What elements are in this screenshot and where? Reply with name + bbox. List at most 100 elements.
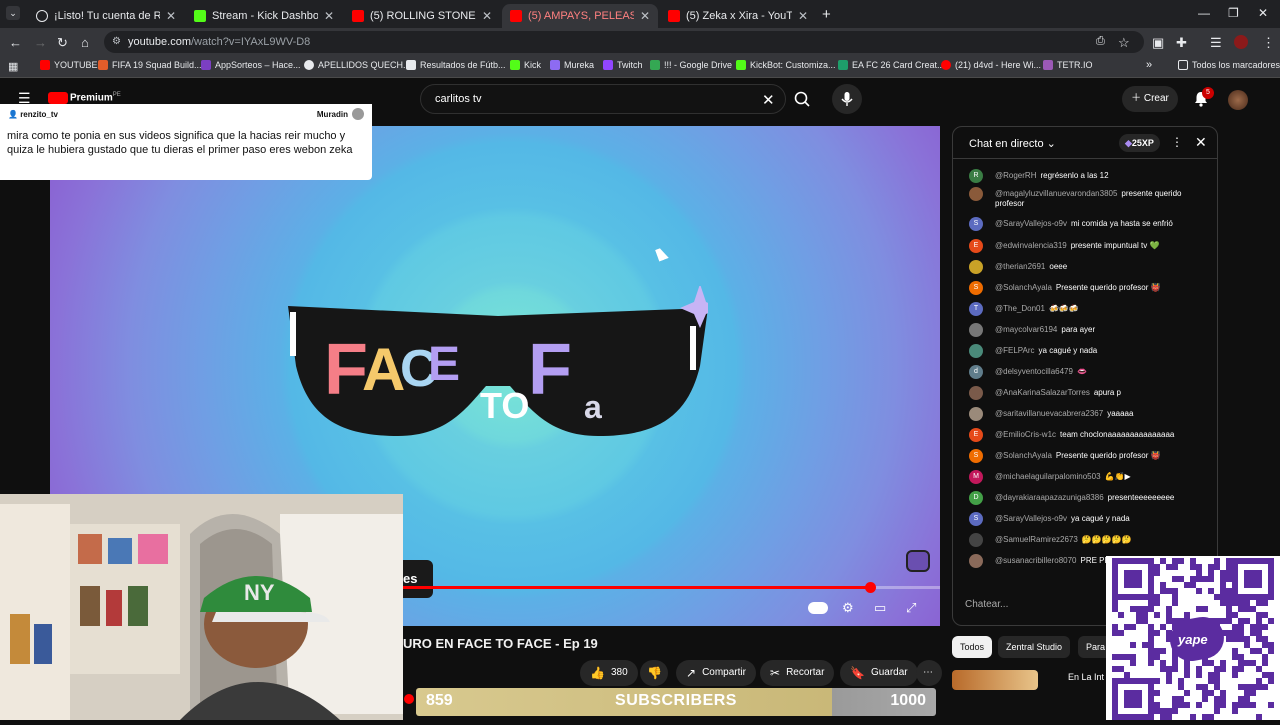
minimize-icon[interactable]: —	[1198, 6, 1210, 20]
apps-grid-icon[interactable]: ▦	[8, 60, 18, 73]
clip-button[interactable]: ✂ Recortar	[760, 660, 835, 686]
chat-avatar[interactable]	[969, 344, 983, 358]
extensions-puzzle-icon[interactable]: ✚	[1176, 35, 1187, 51]
clear-search-icon[interactable]: ✕	[762, 91, 775, 109]
chat-avatar[interactable]	[969, 323, 983, 337]
chat-avatar[interactable]: E	[969, 428, 983, 442]
chat-author[interactable]: @dayrakiaraapazazuniga8386	[995, 493, 1104, 502]
browser-menu-icon[interactable]: ⋮	[1262, 35, 1275, 51]
chat-input[interactable]: Chatear...	[965, 599, 1008, 610]
save-button[interactable]: 🔖 Guardar	[840, 660, 918, 686]
search-input[interactable]: carlitos tv	[420, 84, 786, 114]
chat-author[interactable]: @FELPArc	[995, 346, 1035, 355]
home-icon[interactable]: ⌂	[81, 35, 89, 50]
channel-watermark-icon[interactable]	[906, 550, 930, 572]
media-icon[interactable]: ☰	[1210, 35, 1222, 51]
chat-author[interactable]: @RogerRH	[995, 171, 1036, 180]
chat-avatar[interactable]	[969, 386, 983, 400]
chip-todos[interactable]: Todos	[952, 636, 993, 658]
tab-rolling-stones[interactable]: (5) ROLLING STONES - Angie | ✕	[344, 4, 500, 28]
chat-author[interactable]: @SarayVallejos-o9v	[995, 514, 1067, 523]
account-avatar[interactable]	[1228, 90, 1248, 110]
chat-avatar[interactable]: R	[969, 169, 983, 183]
extension-icon[interactable]: ▣	[1152, 35, 1164, 51]
new-tab-button[interactable]: +	[822, 6, 831, 23]
site-info-icon[interactable]: ⚙	[112, 31, 121, 53]
chat-avatar[interactable]: T	[969, 302, 983, 316]
bookmark-tetrio[interactable]: TETR.IO	[1043, 60, 1093, 70]
tab-close-icon[interactable]: ✕	[640, 9, 650, 23]
theater-mode-icon[interactable]: ▭	[874, 600, 886, 616]
bookmark-youtube[interactable]: YOUTUBE	[40, 60, 98, 70]
chat-author[interactable]: @EmilioCris-w1c	[995, 430, 1056, 439]
tab-close-icon[interactable]: ✕	[482, 9, 492, 23]
chat-avatar[interactable]	[969, 187, 983, 201]
tab-search-icon[interactable]: ⌄	[6, 6, 20, 20]
bookmark-mureka[interactable]: Mureka	[550, 60, 594, 70]
chat-more-icon[interactable]: ⋮	[1171, 135, 1183, 149]
tab-riot[interactable]: ¡Listo! Tu cuenta de Riot ya está ✕	[28, 4, 184, 28]
chat-avatar[interactable]	[969, 533, 983, 547]
chat-author[interactable]: @AnaKarinaSalazarTorres	[995, 388, 1090, 397]
chat-author[interactable]: @delsyventocilla6479	[995, 367, 1073, 376]
bookmark-resultados[interactable]: Resultados de Fútb...	[406, 60, 506, 70]
chat-author[interactable]: @magalyluzvillanuevarondan3805	[995, 189, 1117, 198]
tab-close-icon[interactable]: ✕	[324, 9, 334, 23]
tab-zeka-xira[interactable]: (5) Zeka x Xira - YouTube ✕	[660, 4, 816, 28]
reload-icon[interactable]: ↻	[57, 35, 68, 51]
bookmark-appsorteos[interactable]: AppSorteos – Hace...	[201, 60, 301, 70]
dislike-button[interactable]: 👎	[640, 660, 668, 686]
chat-author[interactable]: @SamuelRamirez2673	[995, 535, 1078, 544]
chat-author[interactable]: @michaelaguilarpalomino503	[995, 472, 1101, 481]
chat-avatar[interactable]	[969, 260, 983, 274]
profile-avatar[interactable]	[1234, 35, 1248, 49]
install-icon[interactable]: ⎙	[1096, 35, 1105, 48]
chat-author[interactable]: @SarayVallejos-o9v	[995, 219, 1067, 228]
recommended-title[interactable]: En La Int	[1068, 672, 1104, 682]
chat-avatar[interactable]: E	[969, 239, 983, 253]
recommended-thumbnail[interactable]	[952, 670, 1038, 690]
fullscreen-icon[interactable]: ⤢	[906, 600, 916, 616]
autoplay-toggle[interactable]	[808, 602, 828, 614]
chat-avatar[interactable]	[969, 554, 983, 568]
chat-author[interactable]: @saritavillanuevacabrera2367	[995, 409, 1103, 418]
tab-close-icon[interactable]: ✕	[166, 9, 176, 23]
voice-search-button[interactable]	[832, 84, 862, 114]
chat-avatar[interactable]: M	[969, 470, 983, 484]
bookmark-kick[interactable]: Kick	[510, 60, 541, 70]
tab-ampays[interactable]: (5) AMPAYS, PELEAS, NOVEDAD ✕	[502, 4, 658, 28]
bookmark-kickbot[interactable]: KickBot: Customiza...	[736, 60, 836, 70]
bookmark-eafc[interactable]: EA FC 26 Card Creat...	[838, 60, 945, 70]
chat-author[interactable]: @The_Don01	[995, 304, 1045, 313]
create-button[interactable]: ＋ Crear	[1122, 86, 1178, 112]
bookmark-d4vd[interactable]: (21) d4vd - Here Wi...	[941, 60, 1041, 70]
chapter-chip[interactable]: es	[403, 560, 433, 598]
bookmarks-overflow-button[interactable]: »	[1146, 59, 1152, 71]
chat-avatar[interactable]: S	[969, 449, 983, 463]
xp-badge[interactable]: ◆25XP	[1119, 134, 1160, 152]
tab-close-icon[interactable]: ✕	[798, 9, 808, 23]
settings-gear-icon[interactable]: ⚙	[842, 600, 854, 616]
chat-avatar[interactable]: D	[969, 491, 983, 505]
youtube-premium-logo[interactable]: PremiumPE	[70, 92, 121, 103]
bookmark-twitch[interactable]: Twitch	[603, 60, 643, 70]
restore-icon[interactable]: ❐	[1228, 6, 1239, 20]
like-button[interactable]: 👍 380	[580, 660, 638, 686]
back-icon[interactable]: ←	[9, 35, 22, 50]
chat-mode-dropdown[interactable]: Chat en directo ⌄	[969, 137, 1056, 150]
chat-author[interactable]: @SolanchAyala	[995, 451, 1052, 460]
chat-author[interactable]: @therian2691	[995, 262, 1045, 271]
more-actions-button[interactable]: ⋯	[916, 660, 942, 686]
chat-avatar[interactable]: d	[969, 365, 983, 379]
chat-author[interactable]: @maycolvar6194	[995, 325, 1057, 334]
close-chat-icon[interactable]: ✕	[1195, 134, 1207, 151]
chat-avatar[interactable]: S	[969, 217, 983, 231]
chat-author[interactable]: @SolanchAyala	[995, 283, 1052, 292]
chat-avatar[interactable]	[969, 407, 983, 421]
youtube-logo-icon[interactable]	[48, 92, 68, 104]
chat-author[interactable]: @susanacribillero8070	[995, 556, 1077, 565]
chat-author[interactable]: @edwinvalencia319	[995, 241, 1067, 250]
close-window-icon[interactable]: ✕	[1258, 6, 1268, 20]
chip-zentral-studio[interactable]: Zentral Studio	[998, 636, 1071, 658]
progress-bar[interactable]	[403, 582, 940, 593]
